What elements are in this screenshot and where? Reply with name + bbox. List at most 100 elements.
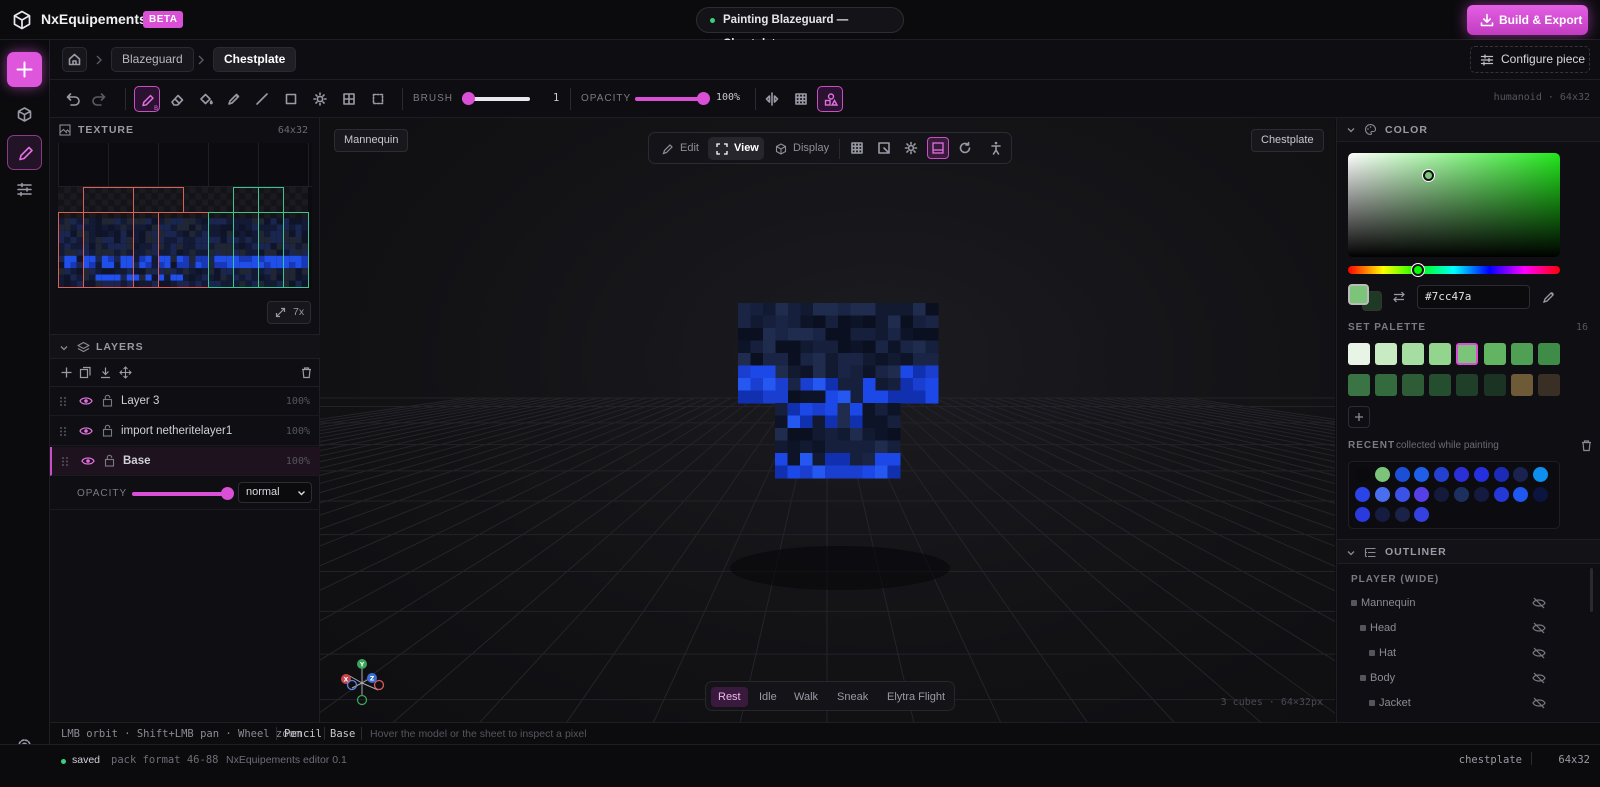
eye-off-icon[interactable] bbox=[1532, 697, 1546, 709]
saturation-value-picker[interactable] bbox=[1348, 153, 1560, 257]
recent-color[interactable] bbox=[1533, 487, 1549, 502]
recent-color[interactable] bbox=[1374, 467, 1390, 482]
recent-color[interactable] bbox=[1493, 467, 1509, 482]
eye-icon[interactable] bbox=[79, 395, 93, 407]
recent-color[interactable] bbox=[1355, 487, 1370, 502]
merge-down-icon[interactable] bbox=[99, 366, 112, 379]
texture-zoom-button[interactable]: 7x bbox=[267, 301, 311, 324]
recent-color[interactable] bbox=[1493, 487, 1509, 502]
new-button[interactable] bbox=[7, 52, 42, 87]
drag-handle-icon[interactable] bbox=[61, 456, 69, 467]
palette-swatch[interactable] bbox=[1537, 374, 1560, 396]
palette-swatch[interactable] bbox=[1375, 343, 1398, 365]
anim-elytra-button[interactable]: Elytra Flight bbox=[880, 687, 952, 707]
color-header[interactable]: COLOR bbox=[1337, 118, 1600, 142]
anim-idle-button[interactable]: Idle bbox=[752, 687, 784, 707]
models-nav-button[interactable] bbox=[7, 97, 42, 132]
palette-swatch[interactable] bbox=[1537, 343, 1560, 365]
eye-icon[interactable] bbox=[79, 425, 93, 437]
picker-tool-button[interactable] bbox=[221, 86, 247, 112]
outliner-item[interactable]: Jacket bbox=[1337, 692, 1587, 717]
recent-color[interactable] bbox=[1355, 467, 1370, 482]
viewport-3d[interactable]: Mannequin Chestplate Edit View Display Y… bbox=[320, 118, 1335, 722]
palette-swatch[interactable] bbox=[1375, 374, 1398, 396]
add-palette-color-button[interactable] bbox=[1348, 406, 1370, 428]
recent-color[interactable] bbox=[1513, 487, 1529, 502]
palette-swatch[interactable] bbox=[1348, 343, 1370, 365]
recent-color[interactable] bbox=[1513, 467, 1529, 482]
configure-piece-button[interactable]: Configure piece bbox=[1470, 46, 1590, 73]
layer-row[interactable]: Base 100% bbox=[50, 447, 320, 476]
brush-slider-handle[interactable] bbox=[462, 92, 476, 105]
outliner-scrollbar[interactable] bbox=[1590, 568, 1593, 612]
layer-row[interactable]: import netheritelayer1 100% bbox=[50, 417, 320, 446]
add-layer-icon[interactable] bbox=[60, 366, 73, 379]
recent-color[interactable] bbox=[1454, 467, 1469, 482]
hue-slider-handle[interactable] bbox=[1411, 264, 1424, 276]
recent-color[interactable] bbox=[1374, 507, 1390, 522]
trash-icon[interactable] bbox=[300, 366, 313, 379]
palette-swatch[interactable] bbox=[1483, 343, 1506, 365]
build-export-button[interactable]: Build & Export bbox=[1467, 5, 1588, 35]
recent-color[interactable] bbox=[1473, 487, 1489, 502]
recent-color[interactable] bbox=[1414, 467, 1430, 482]
layer-row[interactable]: Layer 3 100% bbox=[50, 387, 320, 416]
palette-swatch[interactable] bbox=[1402, 374, 1425, 396]
shapes-toggle-button[interactable] bbox=[817, 86, 843, 112]
fill-tool-button[interactable] bbox=[192, 86, 218, 112]
recent-color[interactable] bbox=[1533, 467, 1549, 482]
redo-button[interactable] bbox=[87, 86, 113, 112]
sv-picker-handle[interactable] bbox=[1423, 170, 1434, 181]
recent-color[interactable] bbox=[1394, 487, 1410, 502]
recent-color[interactable] bbox=[1434, 467, 1450, 482]
recent-color[interactable] bbox=[1355, 507, 1370, 522]
palette-swatch[interactable] bbox=[1483, 374, 1506, 396]
opacity-slider[interactable] bbox=[635, 97, 703, 101]
swap-colors-icon[interactable] bbox=[1392, 290, 1406, 304]
recent-color[interactable] bbox=[1414, 487, 1430, 502]
opacity-slider-handle[interactable] bbox=[696, 92, 710, 105]
palette-swatch[interactable] bbox=[1510, 374, 1533, 396]
mirror-toggle-button[interactable] bbox=[759, 86, 785, 112]
outliner-item[interactable]: Head bbox=[1337, 617, 1587, 642]
palette-swatch[interactable] bbox=[1348, 374, 1370, 396]
palette-swatch[interactable] bbox=[1402, 343, 1425, 365]
lighten-tool-button[interactable] bbox=[307, 86, 333, 112]
recent-color[interactable] bbox=[1414, 507, 1430, 522]
outliner-header[interactable]: OUTLINER bbox=[1337, 539, 1600, 564]
recent-color[interactable] bbox=[1434, 487, 1450, 502]
line-tool-button[interactable] bbox=[249, 86, 275, 112]
anim-walk-button[interactable]: Walk bbox=[787, 687, 825, 707]
drag-handle-icon[interactable] bbox=[59, 396, 67, 407]
recent-color[interactable] bbox=[1454, 487, 1469, 502]
select-tool-button[interactable] bbox=[365, 86, 391, 112]
eye-off-icon[interactable] bbox=[1532, 647, 1546, 659]
eye-off-icon[interactable] bbox=[1532, 622, 1546, 634]
grid-tool-button[interactable] bbox=[336, 86, 362, 112]
drag-handle-icon[interactable] bbox=[59, 426, 67, 437]
rect-tool-button[interactable] bbox=[278, 86, 304, 112]
primary-color-swatch[interactable] bbox=[1348, 284, 1369, 305]
hue-slider[interactable] bbox=[1348, 266, 1560, 274]
palette-swatch[interactable] bbox=[1429, 374, 1452, 396]
palette-swatch[interactable] bbox=[1456, 374, 1479, 396]
palette-swatch[interactable] bbox=[1456, 343, 1479, 365]
palette-swatch[interactable] bbox=[1510, 343, 1533, 365]
eye-icon[interactable] bbox=[81, 455, 95, 467]
blend-mode-select[interactable]: normal bbox=[238, 482, 312, 503]
anim-rest-button[interactable]: Rest bbox=[711, 687, 748, 707]
layer-opacity-handle[interactable] bbox=[220, 487, 234, 500]
settings-sliders-nav-button[interactable] bbox=[7, 172, 42, 207]
home-button[interactable] bbox=[62, 47, 87, 72]
duplicate-layer-icon[interactable] bbox=[79, 366, 92, 379]
outliner-item[interactable]: Body bbox=[1337, 667, 1587, 692]
layers-header[interactable]: LAYERS bbox=[50, 334, 320, 359]
chestplate-model[interactable] bbox=[320, 118, 1335, 722]
move-icon[interactable] bbox=[119, 366, 132, 379]
pixel-grid-toggle-button[interactable] bbox=[788, 86, 814, 112]
breadcrumb-item-project[interactable]: Blazeguard bbox=[111, 47, 194, 72]
eye-off-icon[interactable] bbox=[1532, 672, 1546, 684]
paint-nav-button[interactable] bbox=[7, 135, 42, 170]
recent-color[interactable] bbox=[1394, 467, 1410, 482]
hex-input[interactable]: #7cc47a bbox=[1417, 285, 1530, 309]
